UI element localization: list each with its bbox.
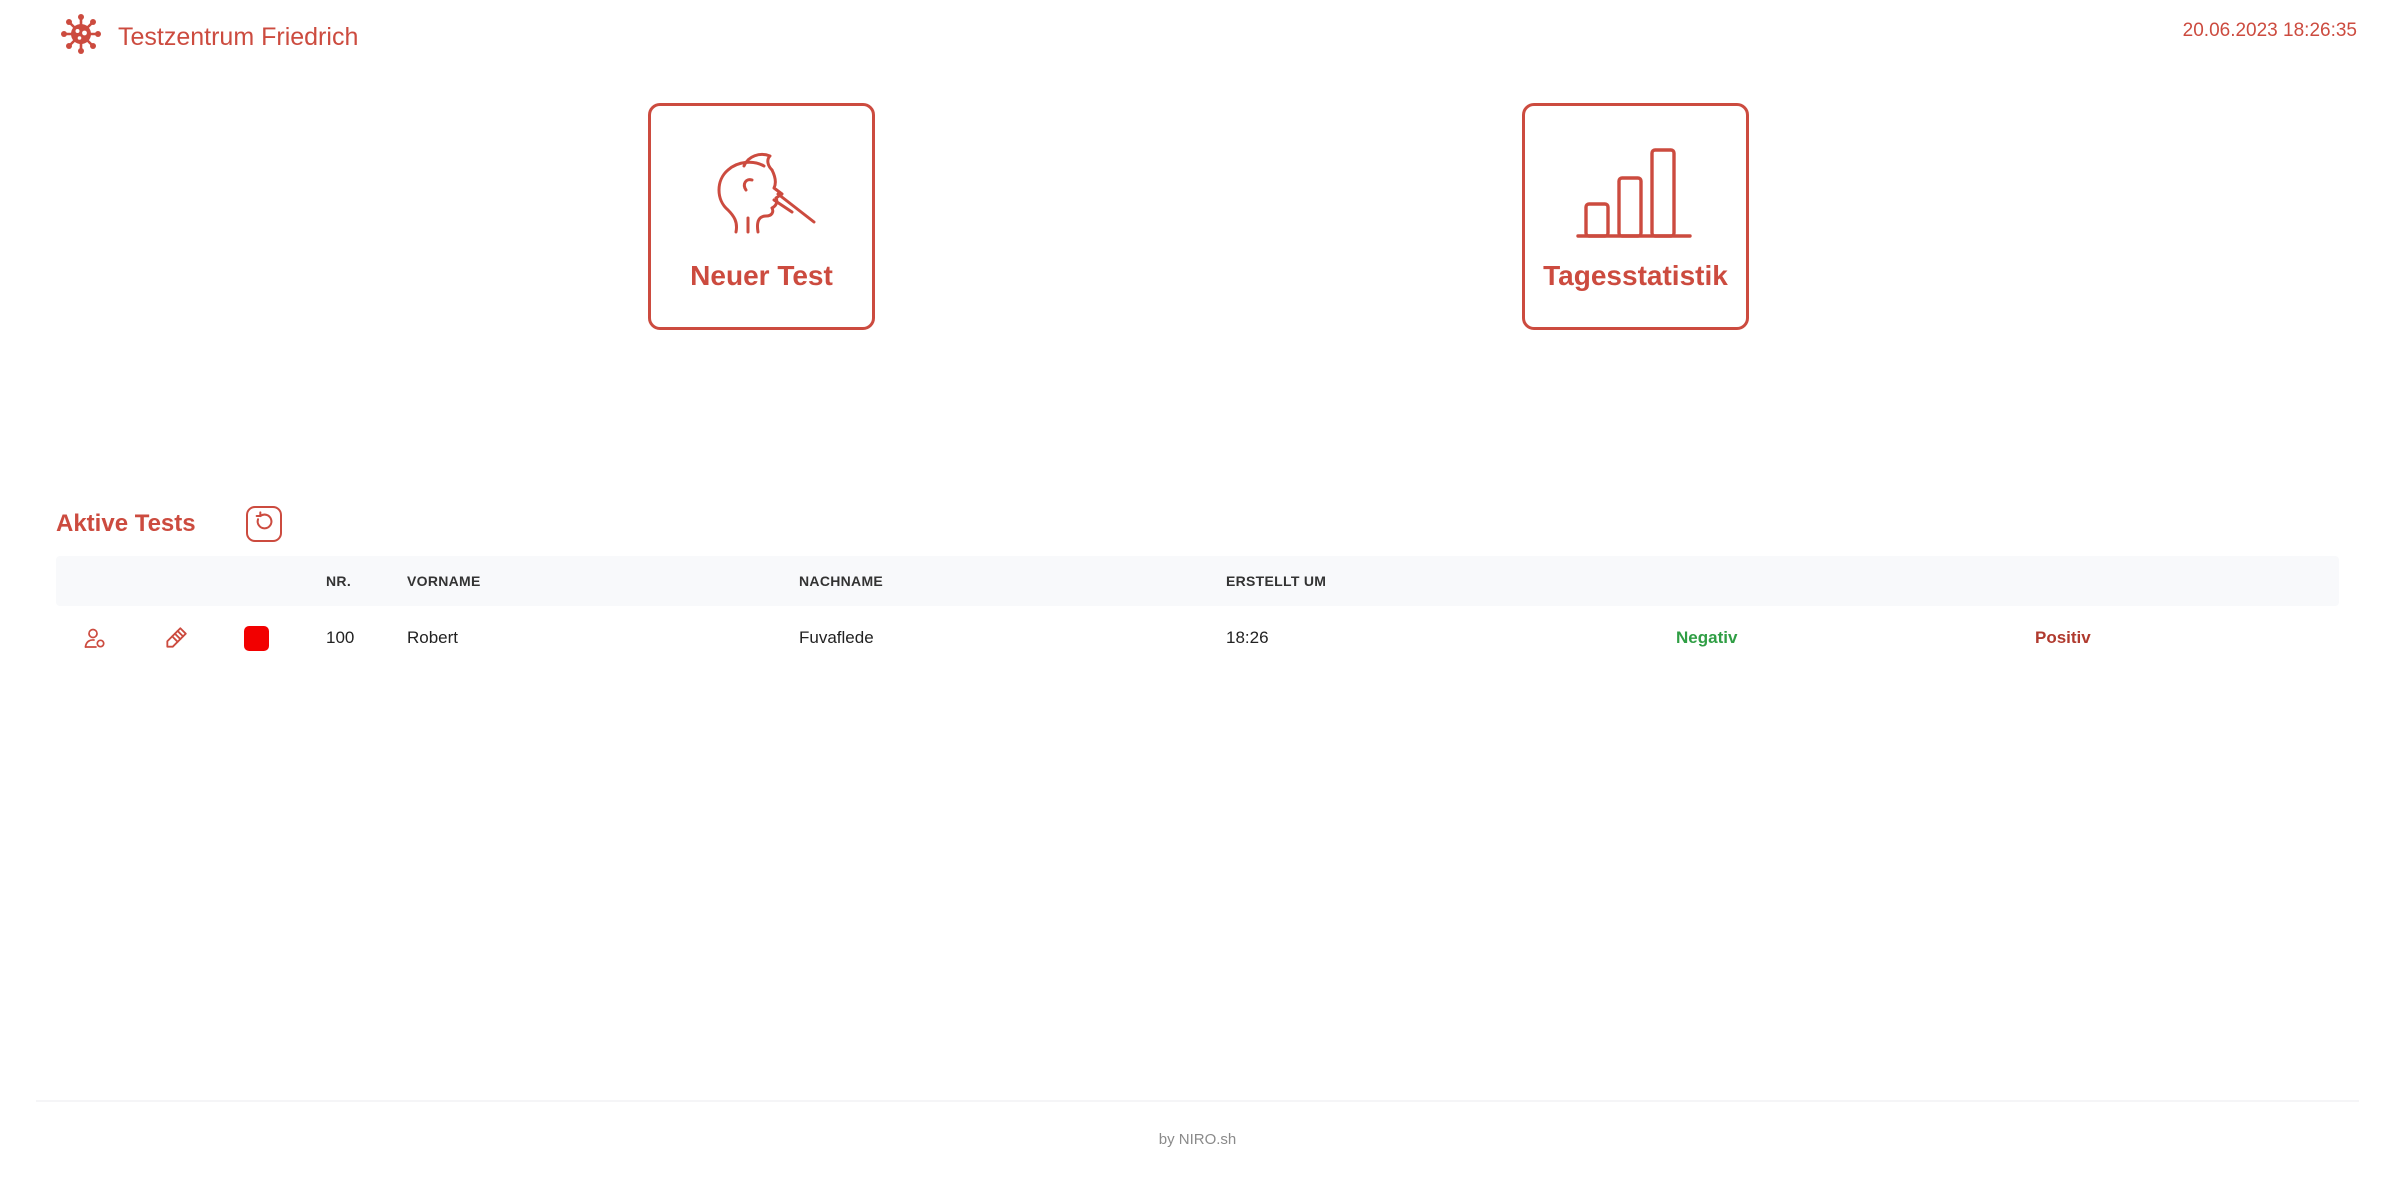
- table-row: 100 Robert Fuvaflede 18:26 Negativ Posit…: [56, 606, 2339, 670]
- current-datetime: 20.06.2023 18:26:35: [2182, 20, 2357, 41]
- cell-erstellt: 18:26: [1226, 628, 1269, 647]
- cell-vorname: Robert: [407, 628, 459, 647]
- table-header: NR. VORNAME NACHNAME ERSTELLT UM: [56, 556, 2339, 606]
- active-tests-header: Aktive Tests: [56, 504, 282, 544]
- app-header: Testzentrum Friedrich 20.06.2023 18:26:3…: [0, 0, 2395, 70]
- nasal-swab-icon: [702, 144, 822, 249]
- new-test-tile[interactable]: Neuer Test: [648, 103, 875, 330]
- person-icon[interactable]: [81, 624, 109, 652]
- col-header-erstellt: ERSTELLT UM: [1226, 573, 1327, 589]
- col-header-vorname: VORNAME: [407, 573, 481, 589]
- status-indicator: [244, 626, 269, 651]
- active-tests-table: NR. VORNAME NACHNAME ERSTELLT UM 100 Rob…: [56, 556, 2339, 670]
- virus-icon: [60, 13, 102, 60]
- col-header-nachname: NACHNAME: [799, 573, 884, 589]
- brand[interactable]: Testzentrum Friedrich: [60, 13, 358, 60]
- negative-result-button[interactable]: Negativ: [1676, 606, 1737, 670]
- positive-result-button[interactable]: Positiv: [2035, 606, 2091, 670]
- refresh-icon: [253, 510, 275, 538]
- refresh-button[interactable]: [245, 506, 282, 542]
- app-title: Testzentrum Friedrich: [118, 22, 359, 51]
- cell-nr: 100: [326, 628, 355, 647]
- cell-nachname: Fuvaflede: [799, 628, 874, 647]
- daily-stats-label: Tagesstatistik: [1543, 260, 1728, 291]
- pen-icon[interactable]: [162, 624, 190, 652]
- daily-stats-tile[interactable]: Tagesstatistik: [1522, 103, 1749, 330]
- bar-chart-icon: [1575, 144, 1696, 249]
- footer-divider: [36, 1100, 2359, 1102]
- section-title: Aktive Tests: [56, 510, 196, 537]
- col-header-nr: NR.: [326, 573, 352, 589]
- new-test-label: Neuer Test: [690, 260, 833, 291]
- footer-credit: by NIRO.sh: [1158, 1131, 1237, 1148]
